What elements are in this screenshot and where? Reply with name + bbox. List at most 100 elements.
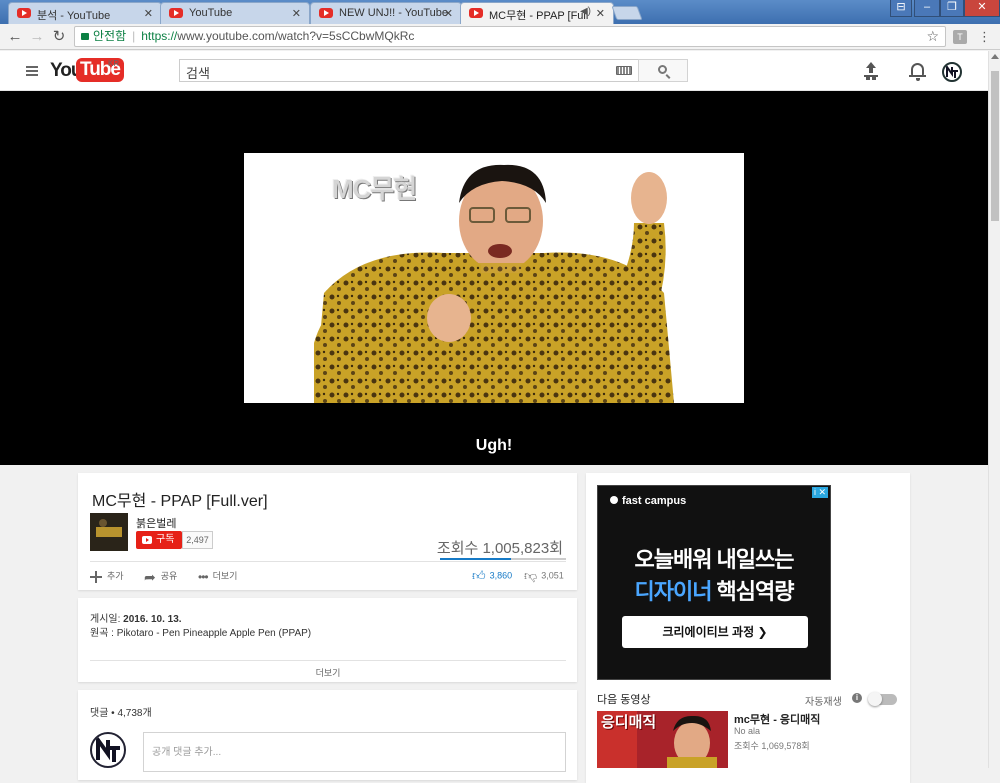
thumbs-up-icon: 👍︎ bbox=[472, 568, 486, 583]
autoplay-label: 자동재생 bbox=[805, 697, 842, 708]
close-tab-icon[interactable]: ✕ bbox=[292, 7, 301, 20]
tab-title: 분석 - YouTube bbox=[37, 10, 111, 22]
user-profile-button[interactable]: ⊟ bbox=[890, 0, 912, 17]
ad-brand-name: fast campus bbox=[622, 495, 687, 507]
close-window-button[interactable]: ✕ bbox=[964, 0, 1000, 17]
like-count: 3,860 bbox=[489, 570, 513, 581]
youtube-favicon-icon bbox=[469, 8, 483, 18]
next-video-channel: No ala bbox=[734, 726, 761, 736]
video-still-image bbox=[314, 164, 674, 403]
forward-arrow-icon[interactable]: → bbox=[28, 28, 46, 46]
tab-title: YouTube bbox=[189, 7, 233, 19]
share-arrow-icon: ➦ bbox=[144, 568, 156, 585]
browser-menu-icon[interactable]: ⋮ bbox=[978, 28, 991, 46]
extension-icon[interactable]: T bbox=[953, 30, 967, 44]
like-ratio-bar bbox=[440, 558, 566, 560]
close-tab-icon[interactable]: ✕ bbox=[444, 7, 453, 20]
url-protocol: https:// bbox=[141, 29, 178, 43]
browser-tab[interactable]: YouTube ✕ bbox=[160, 2, 310, 24]
close-tab-icon[interactable]: ✕ bbox=[144, 7, 153, 20]
browser-tab[interactable]: NEW UNJ!! - YouTube ✕ bbox=[310, 2, 462, 24]
plus-icon bbox=[90, 570, 102, 583]
ad-headline-1: 오늘배워 내일쓰는 bbox=[634, 547, 794, 572]
view-count: 조회수 1,005,823회 bbox=[436, 540, 563, 557]
tab-title: MC무현 - PPAP [Full bbox=[489, 10, 589, 22]
speaker-icon[interactable]: ◀) bbox=[580, 6, 591, 17]
comment-placeholder: 공개 댓글 추가... bbox=[152, 747, 222, 758]
show-more-button[interactable]: 더보기 bbox=[78, 666, 578, 679]
subscribe-button[interactable]: 구독 bbox=[136, 531, 182, 549]
browser-toolbar: ← → ↻ 안전함 | https://www.youtube.com/watch?… bbox=[0, 24, 1000, 50]
video-caption: Ugh! bbox=[475, 437, 513, 454]
notifications-bell-icon[interactable] bbox=[909, 63, 926, 81]
account-avatar[interactable] bbox=[942, 62, 962, 82]
video-frame: MC무현 bbox=[244, 153, 744, 403]
search-icon bbox=[658, 65, 667, 74]
scroll-up-arrow-icon[interactable] bbox=[991, 54, 999, 59]
info-icon[interactable]: i bbox=[852, 693, 862, 703]
add-to-button[interactable]: 추가 bbox=[90, 569, 124, 583]
description-text: 원곡 : Pikotaro - Pen Pineapple Apple Pen … bbox=[90, 628, 312, 639]
subscribe-label: 구독 bbox=[156, 534, 175, 545]
close-tab-icon[interactable]: ✕ bbox=[596, 7, 605, 20]
lock-icon bbox=[81, 33, 89, 40]
channel-name[interactable]: 붉은벌레 bbox=[136, 515, 176, 531]
like-button[interactable]: 👍︎ 3,860 bbox=[472, 568, 512, 584]
dislike-button[interactable]: 👎︎ 3,051 bbox=[524, 568, 564, 584]
commenter-avatar[interactable] bbox=[90, 732, 126, 768]
ad-choices-icon[interactable]: i ✕ bbox=[811, 487, 828, 498]
guide-menu-icon[interactable] bbox=[26, 66, 38, 76]
ad-headline-rest: 핵심역량 bbox=[711, 579, 795, 604]
minimize-button[interactable]: – bbox=[914, 0, 940, 17]
reload-icon[interactable]: ↻ bbox=[50, 28, 68, 46]
more-dots-icon: ••• bbox=[198, 569, 209, 584]
more-label: 더보기 bbox=[212, 571, 238, 581]
publish-date-line: 게시일: 2016. 10. 13. bbox=[90, 610, 182, 625]
upload-icon[interactable] bbox=[864, 62, 878, 78]
divider bbox=[90, 561, 566, 562]
region-label: KR bbox=[108, 59, 120, 68]
channel-art-image bbox=[90, 513, 128, 551]
next-video-title[interactable]: mc무현 - 응디매직 bbox=[734, 711, 820, 727]
search-button[interactable] bbox=[638, 59, 688, 82]
dislike-count: 3,051 bbox=[541, 570, 564, 581]
keyboard-icon[interactable] bbox=[616, 66, 632, 75]
more-actions-button[interactable]: ••• 더보기 bbox=[198, 569, 237, 584]
browser-tabstrip: 분석 - YouTube ✕ YouTube ✕ NEW UNJ!! - You… bbox=[0, 0, 1000, 24]
sidebar-ad[interactable]: fast campus i ✕ 오늘배워 내일쓰는 디자이너 핵심역량 크리에이… bbox=[597, 485, 831, 680]
video-overlay-title: MC무현 bbox=[332, 174, 417, 204]
scrollbar-thumb[interactable] bbox=[991, 71, 999, 221]
share-button[interactable]: ➦ 공유 bbox=[144, 569, 177, 584]
page-scrollbar[interactable] bbox=[988, 51, 1000, 768]
comment-input[interactable]: 공개 댓글 추가... bbox=[143, 732, 566, 772]
video-title: MC무현 - PPAP [Full.ver] bbox=[92, 493, 268, 510]
maximize-button[interactable]: ❐ bbox=[940, 0, 964, 17]
nt-logo-icon bbox=[96, 734, 120, 762]
comments-card: 댓글 • 4,738개 공개 댓글 추가... bbox=[78, 690, 577, 780]
browser-tab-active[interactable]: MC무현 - PPAP [Full ◀) ✕ bbox=[460, 2, 614, 24]
share-label: 공유 bbox=[160, 571, 178, 581]
channel-thumbnail[interactable] bbox=[90, 513, 128, 551]
tab-title: NEW UNJ!! - YouTube bbox=[339, 7, 449, 19]
search-placeholder: 검색 bbox=[186, 66, 210, 81]
browser-tab[interactable]: 분석 - YouTube ✕ bbox=[8, 2, 162, 24]
address-bar[interactable]: 안전함 | https://www.youtube.com/watch?v=5sCC… bbox=[74, 26, 946, 47]
ad-cta-button[interactable]: 크리에이티브 과정 ❯ bbox=[622, 616, 808, 648]
search-input[interactable]: 검색 bbox=[179, 59, 639, 82]
url-separator: | bbox=[132, 29, 136, 43]
description-card: 게시일: 2016. 10. 13. 원곡 : Pikotaro - Pen P… bbox=[78, 598, 577, 682]
up-next-label: 다음 동영상 bbox=[597, 694, 651, 706]
next-video-thumbnail[interactable]: 응디매직 bbox=[597, 711, 728, 768]
youtube-play-icon bbox=[142, 536, 152, 544]
video-player[interactable]: MC무현 Ugh! bbox=[0, 91, 988, 465]
back-arrow-icon[interactable]: ← bbox=[6, 28, 24, 46]
video-info-card: MC무현 - PPAP [Full.ver] 붉은벌레 구독 2,497 조회수… bbox=[78, 473, 577, 590]
bookmark-star-icon[interactable]: ☆ bbox=[926, 27, 939, 46]
new-tab-button[interactable] bbox=[611, 6, 643, 20]
youtube-favicon-icon bbox=[319, 8, 333, 18]
fastcampus-logo-icon bbox=[610, 496, 618, 504]
divider bbox=[90, 660, 566, 661]
nt-logo-icon bbox=[946, 64, 958, 78]
url-text: www.youtube.com/watch?v=5sCCbwMQkRc bbox=[177, 29, 415, 43]
autoplay-toggle[interactable] bbox=[868, 692, 897, 706]
